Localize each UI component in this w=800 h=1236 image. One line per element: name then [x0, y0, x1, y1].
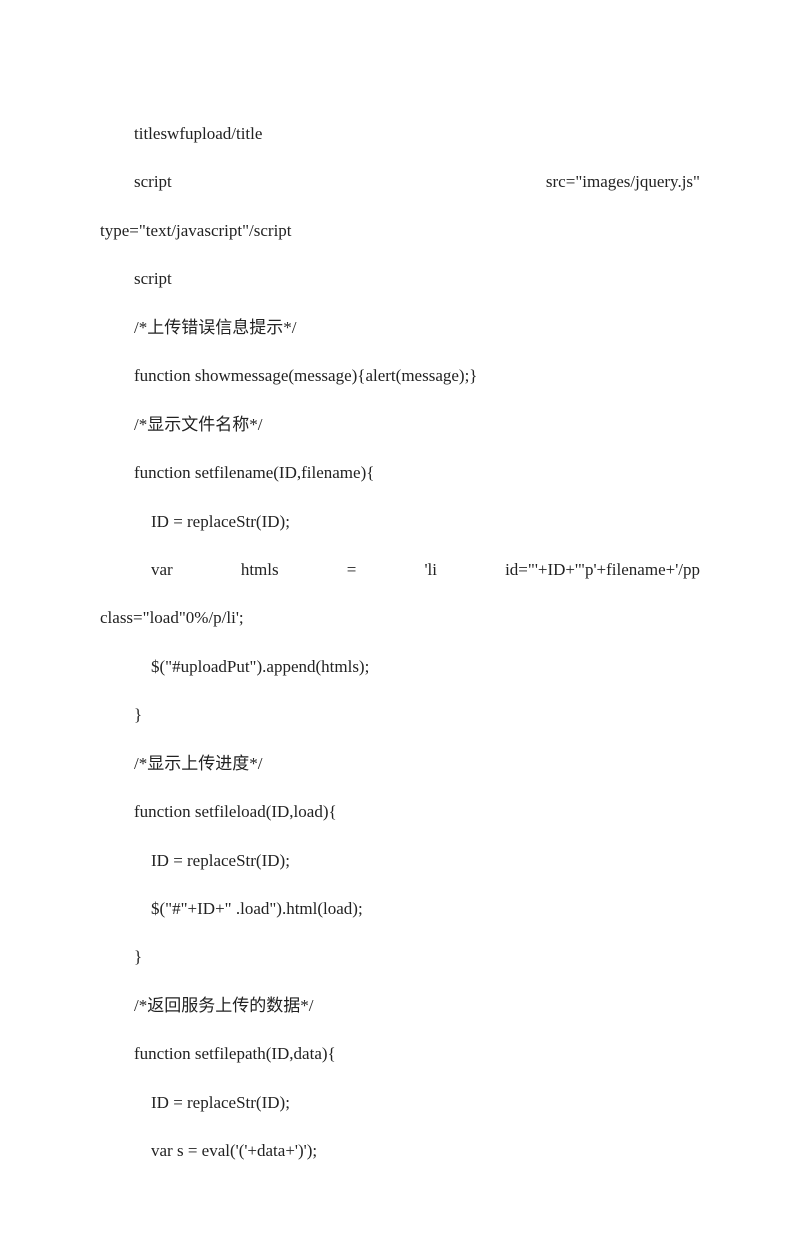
code-line: /*上传错误信息提示*/ — [100, 304, 700, 352]
code-line: script src="images/jquery.js" — [100, 158, 700, 206]
code-line: /*显示上传进度*/ — [100, 740, 700, 788]
code-line: function setfilename(ID,filename){ — [100, 449, 700, 497]
document-page: titleswfupload/title script src="images/… — [0, 0, 800, 1236]
code-line: class="load"0%/p/li'; — [100, 594, 700, 642]
code-frag: 'li — [424, 546, 437, 594]
code-line: var s = eval('('+data+')'); — [100, 1127, 700, 1175]
code-line: /*显示文件名称*/ — [100, 401, 700, 449]
code-line: } — [100, 933, 700, 981]
code-line: ID = replaceStr(ID); — [100, 498, 700, 546]
code-frag: src="images/jquery.js" — [546, 158, 700, 206]
code-line: $("#uploadPut").append(htmls); — [100, 643, 700, 691]
code-line: script — [100, 255, 700, 303]
code-line: titleswfupload/title — [100, 110, 700, 158]
code-line: ID = replaceStr(ID); — [100, 1079, 700, 1127]
code-frag: = — [347, 546, 357, 594]
code-frag: id="'+ID+'"p'+filename+'/pp — [505, 546, 700, 594]
code-frag: var — [151, 546, 173, 594]
code-line: /*返回服务上传的数据*/ — [100, 982, 700, 1030]
code-line: function setfileload(ID,load){ — [100, 788, 700, 836]
code-line: $("#"+ID+" .load").html(load); — [100, 885, 700, 933]
code-line: function setfilepath(ID,data){ — [100, 1030, 700, 1078]
code-line: } — [100, 691, 700, 739]
code-line: function showmessage(message){alert(mess… — [100, 352, 700, 400]
code-frag: script — [134, 158, 172, 206]
code-line: var htmls = 'li id="'+ID+'"p'+filename+'… — [100, 546, 700, 594]
code-line: ID = replaceStr(ID); — [100, 837, 700, 885]
code-frag: htmls — [241, 546, 279, 594]
code-line: type="text/javascript"/script — [100, 207, 700, 255]
